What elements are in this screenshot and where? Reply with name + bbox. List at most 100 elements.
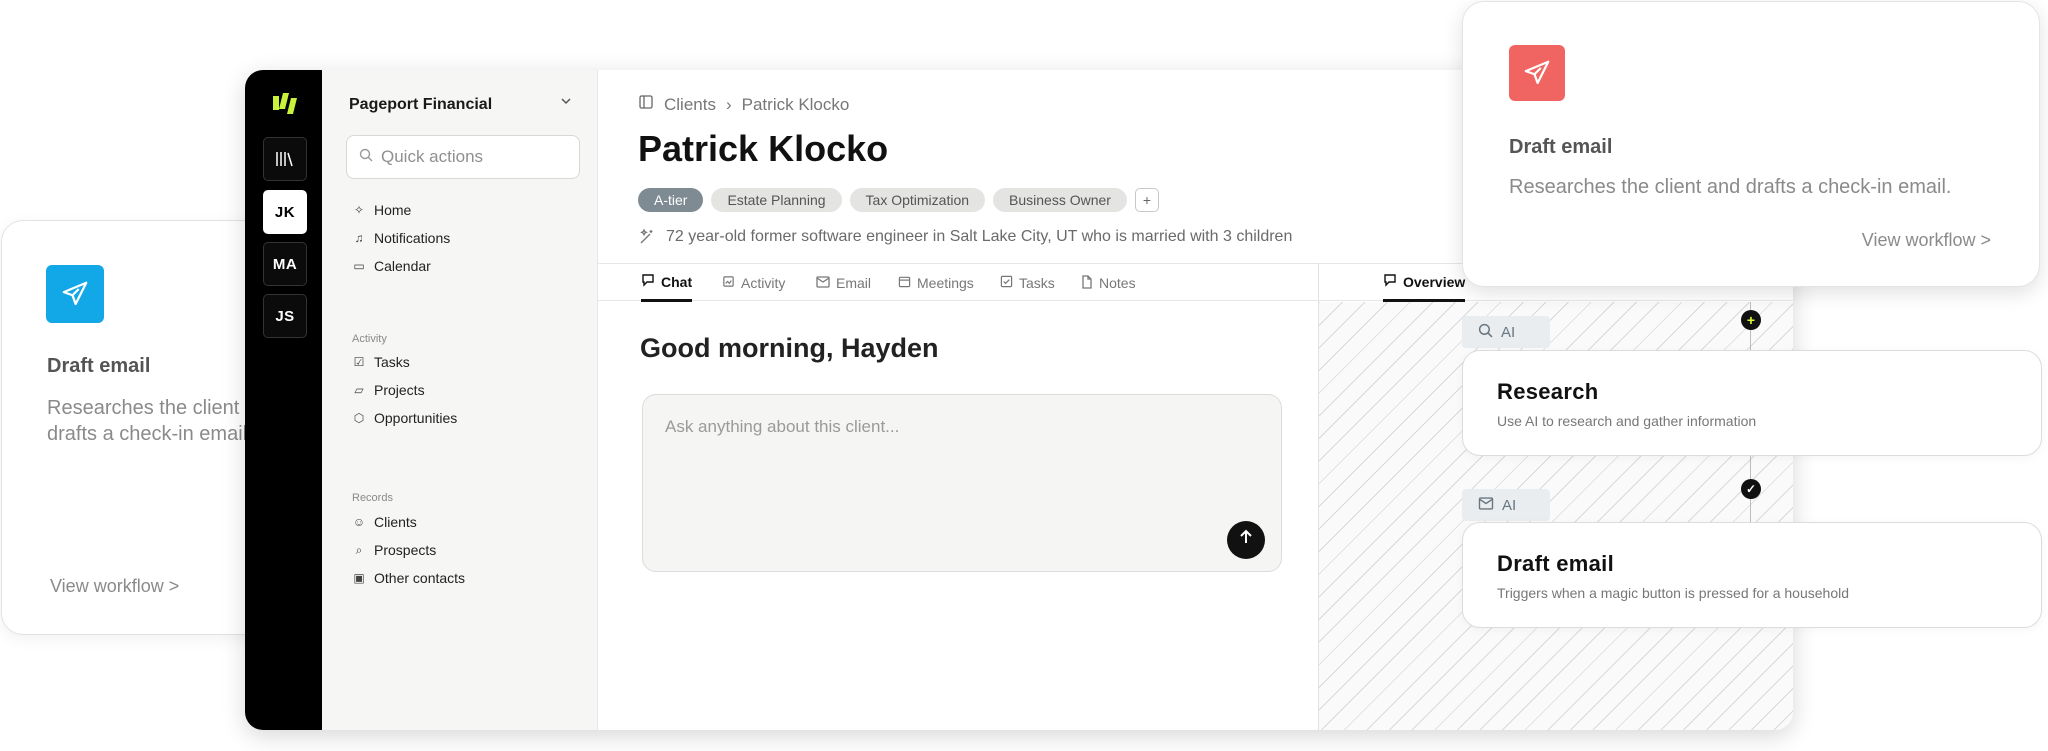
workflow-card-popup[interactable]: Draft email Researches the client and dr…: [1462, 1, 2040, 287]
panel-icon[interactable]: [638, 94, 654, 115]
arrow-up-icon: [1237, 528, 1255, 552]
library-icon[interactable]: [263, 137, 307, 181]
ai-badge-label: AI: [1502, 496, 1517, 514]
paper-plane-icon: [46, 265, 104, 323]
completed-step-node[interactable]: ✓: [1741, 479, 1761, 499]
account-button-js[interactable]: JS: [263, 294, 307, 338]
sidebar-item-prospects[interactable]: ⌕ Prospects: [352, 542, 437, 558]
tab-label: Tasks: [1019, 275, 1055, 291]
chat-input[interactable]: Ask anything about this client...: [642, 394, 1282, 572]
tag-estate-planning[interactable]: Estate Planning: [711, 188, 842, 212]
chat-bubble-icon: [1383, 273, 1397, 290]
sidebar-item-home[interactable]: ✧ Home: [352, 202, 411, 218]
stage: Draft email Researches the client and dr…: [0, 0, 2048, 751]
step-description: Triggers when a magic button is pressed …: [1497, 585, 1850, 601]
checkbox-icon: ☑: [353, 355, 365, 369]
page-title: Patrick Klocko: [638, 128, 889, 169]
folder-icon: ▱: [354, 383, 364, 397]
tab-chat[interactable]: Chat: [641, 264, 693, 302]
tab-notes[interactable]: Notes: [1081, 264, 1136, 302]
activity-icon: [722, 275, 735, 291]
sidebar-item-label: Projects: [374, 382, 425, 398]
tab-label: Chat: [661, 273, 693, 290]
sidebar-item-label: Notifications: [374, 230, 451, 246]
org-name[interactable]: Pageport Financial: [349, 96, 492, 114]
sidebar: Pageport Financial Quick actions ✧ Home …: [322, 70, 598, 730]
sidebar-item-label: Other contacts: [374, 570, 466, 586]
app-logo: [273, 93, 297, 114]
tab-label: Email: [836, 275, 872, 291]
workflow-card-title: Draft email: [47, 355, 151, 377]
tag-list: A-tier Estate Planning Tax Optimization …: [638, 188, 1159, 212]
cube-icon: ⬡: [353, 411, 365, 425]
sidebar-item-label: Calendar: [374, 258, 431, 274]
view-workflow-link[interactable]: View workflow >: [50, 576, 179, 597]
sidebar-item-label: Prospects: [374, 542, 437, 558]
workflow-card-title: Draft email: [1509, 136, 1613, 158]
search-icon: ⌕: [355, 542, 363, 557]
sidebar-item-other-contacts[interactable]: ▣ Other contacts: [352, 570, 465, 586]
step-title: Draft email: [1497, 551, 1615, 576]
quick-actions-input[interactable]: Quick actions: [346, 135, 580, 179]
ai-badge-draft-email: AI: [1462, 489, 1550, 521]
ai-badge-research: AI: [1462, 316, 1550, 348]
sidebar-item-calendar[interactable]: ▭ Calendar: [352, 258, 431, 274]
account-rail: JK MA JS: [245, 70, 322, 730]
users-icon: ☺: [352, 515, 366, 529]
account-button-jk[interactable]: JK: [263, 190, 307, 234]
step-description: Use AI to research and gather informatio…: [1497, 413, 1757, 429]
breadcrumb-separator-icon: ›: [725, 94, 732, 114]
workflow-step-draft-email[interactable]: Draft email Triggers when a magic button…: [1462, 522, 2042, 628]
search-icon: [1478, 323, 1493, 342]
chat-input-placeholder: Ask anything about this client...: [665, 417, 900, 436]
breadcrumb: Clients › Patrick Klocko: [638, 94, 849, 115]
account-button-ma[interactable]: MA: [263, 242, 307, 286]
section-heading-records: Records: [352, 492, 393, 504]
tag-a-tier[interactable]: A-tier: [638, 188, 704, 212]
add-tag-button[interactable]: +: [1134, 188, 1159, 212]
sidebar-item-label: Opportunities: [374, 410, 458, 426]
tab-meetings[interactable]: Meetings: [898, 264, 974, 302]
tab-overview[interactable]: Overview: [1383, 264, 1466, 302]
magic-wand-icon: [638, 228, 656, 251]
tab-activity[interactable]: Activity: [722, 264, 785, 302]
checkbox-icon: [1000, 275, 1013, 291]
search-icon: [359, 147, 373, 167]
send-button[interactable]: [1227, 521, 1265, 559]
sidebar-item-clients[interactable]: ☺ Clients: [352, 514, 417, 530]
chevron-down-icon[interactable]: [559, 94, 573, 111]
tab-email[interactable]: Email: [816, 264, 871, 302]
tag-business-owner[interactable]: Business Owner: [993, 188, 1127, 212]
wand-icon: ✧: [353, 203, 365, 217]
sidebar-item-tasks[interactable]: ☑ Tasks: [352, 354, 410, 370]
mail-icon: [816, 275, 830, 291]
quick-actions-placeholder: Quick actions: [381, 147, 484, 166]
calendar-icon: ▭: [353, 259, 365, 273]
paper-plane-icon: [1509, 45, 1565, 101]
tab-label: Meetings: [917, 275, 974, 291]
sidebar-item-notifications[interactable]: ♫ Notifications: [352, 230, 451, 246]
tab-tasks[interactable]: Tasks: [1000, 264, 1055, 302]
breadcrumb-current: Patrick Klocko: [741, 94, 850, 114]
view-workflow-link[interactable]: View workflow >: [1862, 230, 1991, 251]
contact-book-icon: ▣: [353, 571, 365, 585]
bell-icon: ♫: [354, 231, 364, 245]
mail-icon: [1478, 496, 1494, 514]
tab-label: Activity: [741, 275, 786, 291]
sidebar-item-label: Tasks: [374, 354, 410, 370]
add-step-node[interactable]: +: [1741, 310, 1761, 330]
sidebar-item-projects[interactable]: ▱ Projects: [352, 382, 425, 398]
step-title: Research: [1497, 379, 1599, 404]
calendar-icon: [898, 275, 911, 291]
breadcrumb-clients[interactable]: Clients: [664, 95, 716, 115]
ai-badge-label: AI: [1501, 323, 1516, 341]
workflow-step-research[interactable]: Research Use AI to research and gather i…: [1462, 350, 2042, 456]
document-icon: [1081, 274, 1093, 292]
client-bio-text: 72 year-old former software engineer in …: [666, 228, 1293, 245]
sidebar-item-label: Clients: [374, 514, 417, 530]
section-heading-activity: Activity: [352, 333, 387, 345]
tab-label: Overview: [1403, 273, 1466, 290]
tag-tax-optimization[interactable]: Tax Optimization: [849, 188, 986, 212]
chat-greeting: Good morning, Hayden: [640, 333, 939, 363]
sidebar-item-opportunities[interactable]: ⬡ Opportunities: [352, 410, 458, 426]
